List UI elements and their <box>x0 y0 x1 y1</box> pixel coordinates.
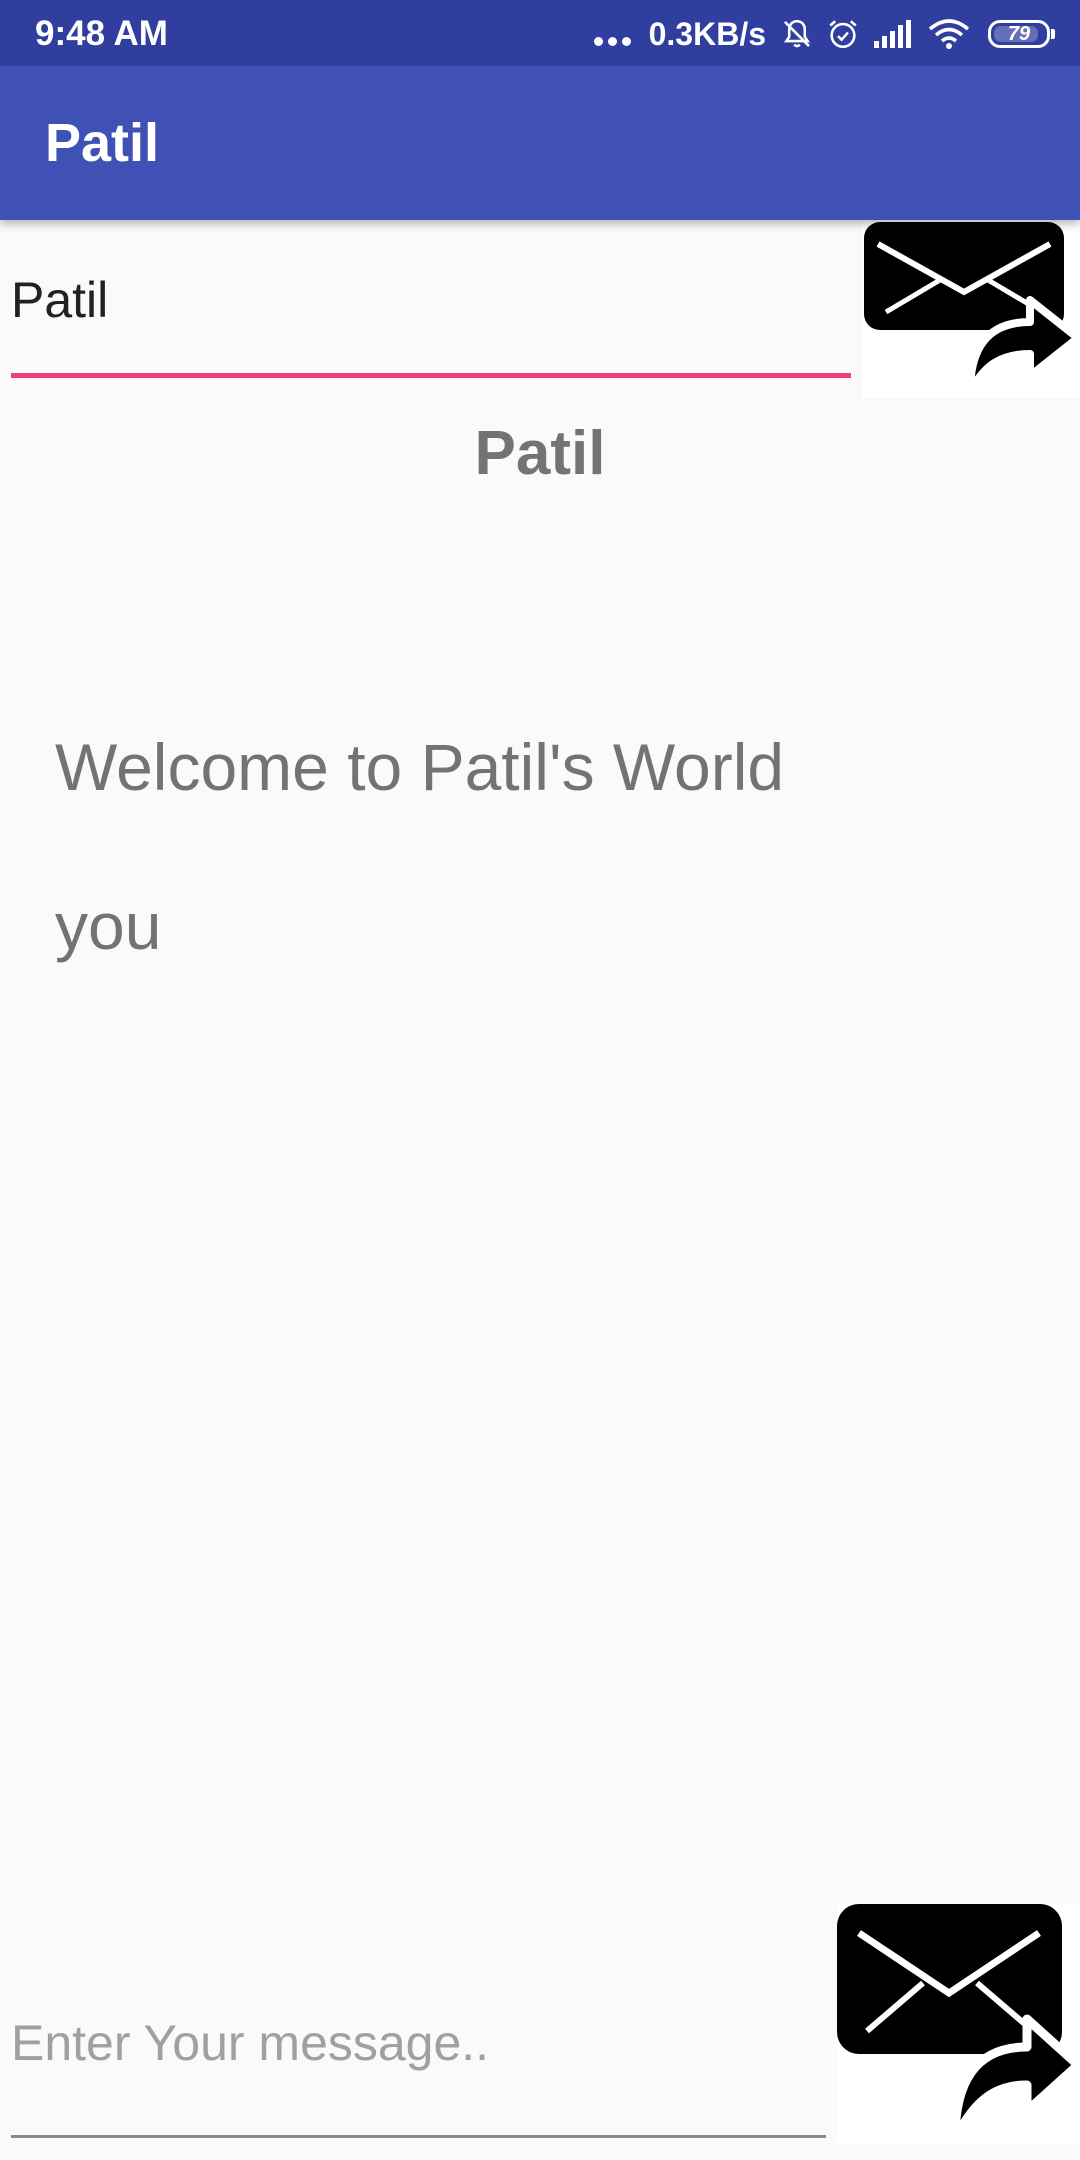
send-mail-button[interactable] <box>862 220 1080 398</box>
status-time: 9:48 AM <box>35 14 168 53</box>
message-input[interactable] <box>11 1990 826 2138</box>
mail-send-icon <box>864 222 1080 396</box>
welcome-text: Welcome to Patil's World <box>55 730 785 804</box>
app-title: Patil <box>45 113 160 173</box>
signal-icon <box>874 20 911 48</box>
network-speed: 0.3KB/s <box>648 15 766 52</box>
mail-send-icon <box>837 1904 1080 2143</box>
battery-level: 79 <box>1007 22 1031 45</box>
more-dots-icon <box>593 36 631 46</box>
alarm-icon <box>829 20 857 49</box>
status-icons: 0.3KB/s 79 <box>593 12 1055 56</box>
wifi-icon <box>928 19 970 49</box>
mute-bell-icon <box>783 19 811 48</box>
send-message-button[interactable] <box>837 1903 1080 2143</box>
display-title: Patil <box>474 419 606 488</box>
status-bar: 9:48 AM 0.3KB/s 79 <box>0 0 1080 66</box>
name-input[interactable] <box>11 270 851 378</box>
message-text: you <box>55 889 162 963</box>
battery-icon: 79 <box>988 20 1055 48</box>
app-bar: Patil <box>0 66 1080 220</box>
